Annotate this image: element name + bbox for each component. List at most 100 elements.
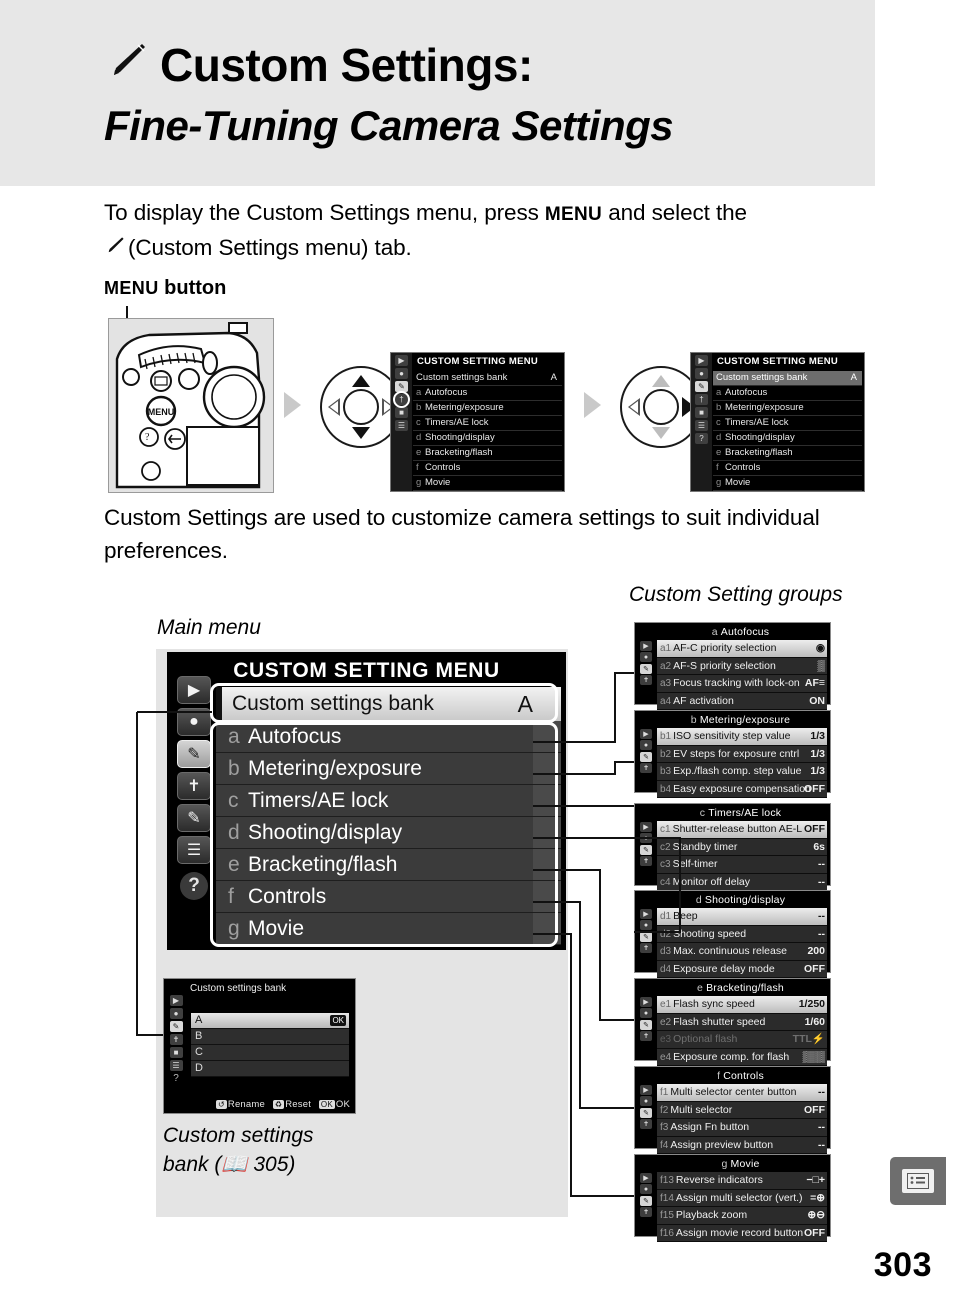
row-letter: g bbox=[716, 477, 722, 488]
list-item[interactable]: a3 Focus tracking with lock-on AF≡ bbox=[657, 675, 827, 693]
bank-option-b[interactable]: B bbox=[191, 1029, 349, 1045]
item-value: ▒ bbox=[817, 659, 825, 672]
list-item[interactable]: f15 Playback zoom ⊕⊖ bbox=[657, 1207, 827, 1225]
list-item[interactable]: d2 Shooting speed -- bbox=[657, 925, 827, 943]
list-item: d Shooting/display bbox=[413, 431, 562, 446]
svg-text:MENU: MENU bbox=[148, 407, 175, 417]
item-id: f3 bbox=[660, 1122, 669, 1133]
list-item[interactable]: f3 Assign Fn button -- bbox=[657, 1119, 827, 1137]
menu-item-metering-exposure[interactable]: b Metering/exposure bbox=[216, 753, 561, 785]
menu-item-timers-ae-lock[interactable]: c Timers/AE lock bbox=[216, 785, 561, 817]
list-item[interactable]: c2 Standby timer 6s bbox=[657, 838, 827, 856]
bank-option-c[interactable]: C bbox=[191, 1045, 349, 1061]
menu-item-movie[interactable]: g Movie bbox=[216, 913, 561, 945]
list-item[interactable]: f14 Assign multi selector (vert.) =⊕ bbox=[657, 1189, 827, 1207]
lcd-step-2: CUSTOM SETTING MENU ▶ ● ✎ † ■ ☰ ? Custom… bbox=[690, 352, 865, 492]
list-item[interactable]: a1 AF-C priority selection ◉ bbox=[657, 640, 827, 658]
bank-option-a[interactable]: A OK bbox=[191, 1013, 349, 1029]
menu-item-controls[interactable]: f Controls bbox=[216, 881, 561, 913]
help-icon[interactable]: ? bbox=[180, 872, 208, 900]
item-id: f1 bbox=[660, 1087, 669, 1098]
item-label: Flash shutter speed bbox=[673, 1015, 766, 1028]
lcd-step-2-bank-value: A bbox=[850, 372, 857, 383]
bank-dialog-footer: ↺ Rename ♻ Reset OK OK bbox=[190, 1099, 350, 1110]
list-item[interactable]: b2 EV steps for exposure cntrl 1/3 bbox=[657, 745, 827, 763]
lcd-step-1-bank-row: Custom settings bank A bbox=[413, 371, 562, 386]
list-item[interactable]: b1 ISO sensitivity step value 1/3 bbox=[657, 728, 827, 746]
row-nub bbox=[533, 913, 561, 944]
row-letter: g bbox=[416, 477, 422, 488]
list-item[interactable]: a2 AF-S priority selection ▒ bbox=[657, 657, 827, 675]
label-custom-setting-groups: Custom Setting groups bbox=[629, 583, 843, 606]
pencil-icon[interactable]: ✎ bbox=[169, 1021, 183, 1032]
item-label: AF-C priority selection bbox=[673, 642, 777, 654]
item-label: Flash sync speed bbox=[673, 998, 755, 1010]
item-id: e4 bbox=[660, 1051, 672, 1063]
list-item[interactable]: f13 Reverse indicators −□+ bbox=[657, 1172, 827, 1190]
list-item[interactable]: e2 Flash shutter speed 1/60 bbox=[657, 1013, 827, 1031]
group-sidebar: ▶ ● ✎ ✝ bbox=[637, 907, 655, 955]
list-item[interactable]: a4 AF activation ON bbox=[657, 692, 827, 710]
my-menu-icon[interactable]: ☰ bbox=[169, 1060, 183, 1071]
pencil-icon[interactable]: ✎ bbox=[177, 740, 211, 768]
help-icon[interactable]: ? bbox=[170, 1073, 183, 1084]
lcd-step-1-title: CUSTOM SETTING MENU bbox=[416, 356, 539, 367]
custom-settings-bank-row[interactable]: Custom settings bank A bbox=[216, 687, 561, 721]
item-value: TTL⚡ bbox=[792, 1033, 825, 1045]
retouch-icon[interactable]: ■ bbox=[169, 1047, 183, 1058]
item-value: -- bbox=[818, 1086, 825, 1098]
list-item[interactable]: d3 Max. continuous release 200 bbox=[657, 943, 827, 961]
list-item[interactable]: d1 Beep -- bbox=[657, 908, 827, 926]
camera-icon[interactable]: ● bbox=[177, 708, 211, 736]
intro-p1-part-c: (Custom Settings menu) tab. bbox=[128, 235, 412, 260]
wrench-icon[interactable]: ✝ bbox=[177, 772, 211, 800]
playback-icon: ▶ bbox=[640, 640, 652, 651]
wrench-icon[interactable]: ✝ bbox=[169, 1034, 183, 1045]
list-item[interactable]: f4 Assign preview button -- bbox=[657, 1136, 827, 1154]
list-item[interactable]: c4 Monitor off delay -- bbox=[657, 873, 827, 891]
item-value: 1/3 bbox=[810, 765, 825, 777]
group-rows: d1 Beep -- d2 Shooting speed -- d3 Max. conti… bbox=[657, 908, 827, 978]
list-item[interactable]: e4 Exposure comp. for flash ▒▒▒ bbox=[657, 1048, 827, 1066]
list-item: d Shooting/display bbox=[713, 431, 862, 446]
flow-diagram: MENU ? CUSTOM SETTING MENU ▶ ● ✎ † ■ ☰ C… bbox=[104, 306, 884, 496]
list-item[interactable]: c1 Shutter-release button AE-L OFF bbox=[657, 821, 827, 839]
camera-icon: ● bbox=[640, 1096, 652, 1106]
item-id: e2 bbox=[660, 1016, 672, 1028]
group-title-text: Bracketing/flash bbox=[706, 982, 784, 994]
group-letter: a bbox=[711, 626, 718, 638]
item-label: Monitor off delay bbox=[672, 875, 750, 888]
row-letter: e bbox=[228, 853, 240, 876]
group-title-text: Metering/exposure bbox=[699, 714, 791, 726]
list-item[interactable]: c3 Self-timer -- bbox=[657, 856, 827, 874]
menu-item-shooting-display[interactable]: d Shooting/display bbox=[216, 817, 561, 849]
custom-settings-bank-value: A bbox=[517, 691, 533, 717]
playback-icon[interactable]: ▶ bbox=[169, 995, 183, 1006]
menu-button-inline-label: MENU bbox=[544, 204, 603, 225]
flow-arrow-1 bbox=[284, 392, 301, 418]
bank-option-d[interactable]: D bbox=[191, 1061, 349, 1077]
list-item[interactable]: f16 Assign movie record button OFF bbox=[657, 1224, 827, 1242]
list-item[interactable]: f1 Multi selector center button -- bbox=[657, 1084, 827, 1102]
list-item[interactable]: f2 Multi selector OFF bbox=[657, 1101, 827, 1119]
row-label: Autofocus bbox=[725, 387, 768, 398]
list-item[interactable]: d4 Exposure delay mode OFF bbox=[657, 960, 827, 978]
group-rows: f1 Multi selector center button -- f2 Multi… bbox=[657, 1084, 827, 1154]
group-panel-bracketing-flash: e Bracketing/flash ▶ ● ✎ ✝ e1 Flash sync s… bbox=[634, 978, 831, 1066]
list-item[interactable]: e3 Optional flash TTL⚡ bbox=[657, 1031, 827, 1049]
group-title: c Timers/AE lock bbox=[635, 804, 830, 821]
list-item[interactable]: e1 Flash sync speed 1/250 bbox=[657, 996, 827, 1014]
row-letter: e bbox=[416, 447, 422, 458]
list-item[interactable]: b4 Easy exposure compensation OFF bbox=[657, 780, 827, 798]
camera-icon[interactable]: ● bbox=[169, 1008, 183, 1019]
playback-icon[interactable]: ▶ bbox=[177, 676, 211, 704]
list-item: c Timers/AE lock bbox=[413, 416, 562, 431]
list-item[interactable]: b3 Exp./flash comp. step value 1/3 bbox=[657, 763, 827, 781]
pencil-icon: ✎ bbox=[640, 1019, 652, 1030]
item-label: EV steps for exposure cntrl bbox=[673, 747, 800, 760]
my-menu-icon[interactable]: ☰ bbox=[177, 836, 211, 864]
menu-item-bracketing-flash[interactable]: e Bracketing/flash bbox=[216, 849, 561, 881]
lcd-step-2-sidebar: ▶ ● ✎ † ■ ☰ ? bbox=[691, 353, 712, 491]
retouch-icon[interactable]: ✎ bbox=[177, 804, 211, 832]
menu-item-autofocus[interactable]: a Autofocus bbox=[216, 721, 561, 753]
